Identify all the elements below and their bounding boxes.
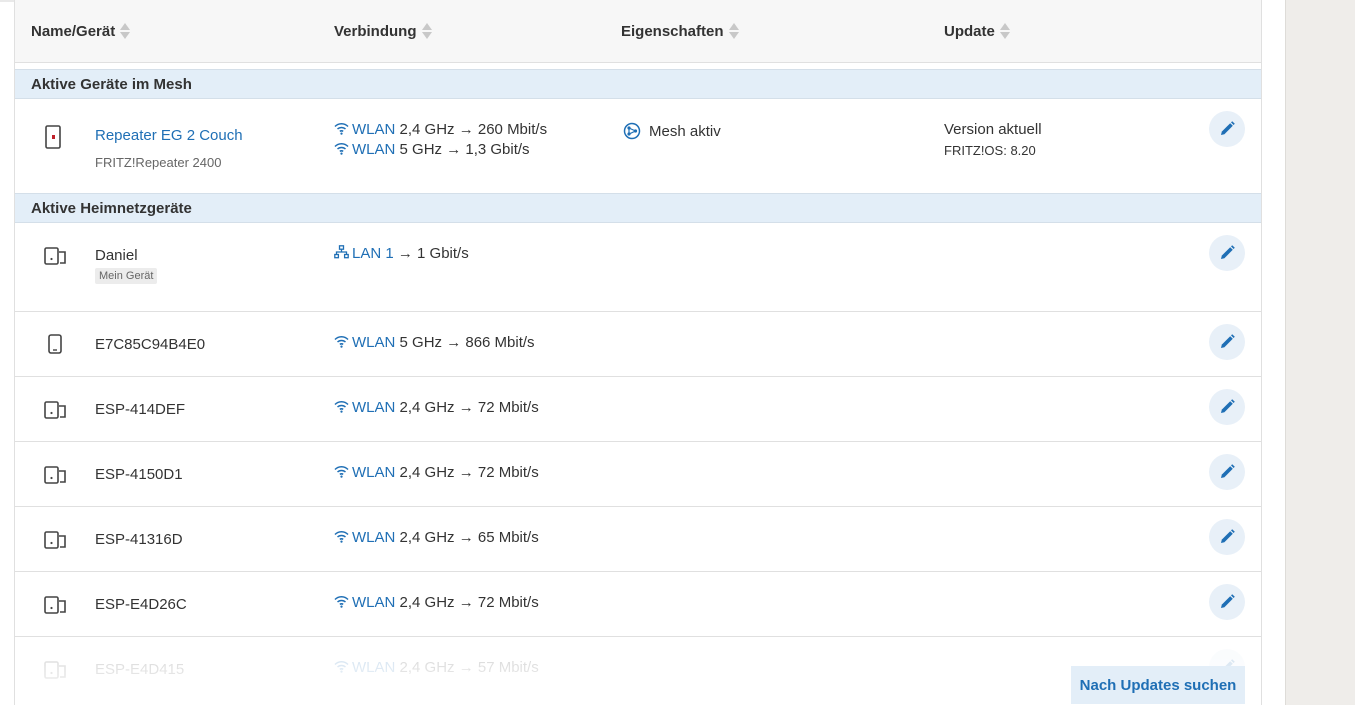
column-header-properties[interactable]: Eigenschaften: [621, 22, 739, 40]
wifi-icon: [334, 660, 349, 673]
column-header-name-label: Name/Gerät: [31, 22, 116, 40]
search-updates-button[interactable]: Nach Updates suchen: [1071, 666, 1245, 704]
connection-info: WLAN 2,4 GHz → 260 Mbit/s: [334, 121, 547, 138]
connection-type-link[interactable]: WLAN: [352, 529, 395, 546]
pencil-icon: [1221, 121, 1235, 135]
connection-type-link[interactable]: WLAN: [352, 141, 395, 158]
column-header-name[interactable]: Name/Gerät: [31, 22, 131, 40]
device-icon: [44, 466, 68, 488]
mesh-property: Mesh aktiv: [623, 122, 721, 140]
connection-info: WLAN 2,4 GHz → 65 Mbit/s: [334, 529, 539, 546]
column-header-connection-label: Verbindung: [334, 22, 417, 40]
device-icon: [44, 596, 68, 618]
connection-type-link[interactable]: WLAN: [352, 334, 395, 351]
sort-icon[interactable]: [728, 22, 739, 40]
section-header-mesh: Aktive Geräte im Mesh: [15, 69, 1261, 99]
device-table: Name/Gerät Verbindung Eigenschaften Upda…: [14, 0, 1262, 705]
section-header-home: Aktive Heimnetzgeräte: [15, 193, 1261, 223]
connection-info: WLAN 2,4 GHz → 72 Mbit/s: [334, 464, 539, 481]
column-header-update-label: Update: [944, 22, 995, 40]
connection-detail: 5 GHz → 1,3 Gbit/s: [399, 141, 530, 158]
wifi-icon: [334, 335, 349, 348]
table-row: ESP-E4D26C WLAN 2,4 GHz → 72 Mbit/s: [15, 572, 1261, 637]
table-row: ESP-414DEF WLAN 2,4 GHz → 72 Mbit/s: [15, 377, 1261, 442]
connection-type-link[interactable]: LAN 1: [352, 245, 394, 262]
sort-icon[interactable]: [999, 22, 1010, 40]
wifi-icon: [334, 122, 349, 135]
column-header-properties-label: Eigenschaften: [621, 22, 724, 40]
table-row: ESP-41316D WLAN 2,4 GHz → 65 Mbit/s: [15, 507, 1261, 572]
connection-detail: 5 GHz → 866 Mbit/s: [399, 334, 535, 351]
pencil-icon: [1221, 529, 1235, 543]
device-name[interactable]: ESP-414DEF: [95, 401, 185, 418]
lan-icon: [334, 245, 349, 259]
pencil-icon: [1221, 464, 1235, 478]
mesh-icon: [623, 122, 641, 140]
wifi-icon: [334, 400, 349, 413]
wifi-icon: [334, 530, 349, 543]
wifi-icon: [334, 142, 349, 155]
edit-button[interactable]: [1209, 584, 1245, 620]
mesh-status: Mesh aktiv: [649, 122, 721, 140]
connection-info: LAN 1 → 1 Gbit/s: [334, 245, 469, 262]
main-panel: Name/Gerät Verbindung Eigenschaften Upda…: [0, 0, 1286, 705]
connection-type-link[interactable]: WLAN: [352, 121, 395, 138]
connection-type-link[interactable]: WLAN: [352, 659, 395, 676]
connection-detail: 2,4 GHz → 57 Mbit/s: [399, 659, 539, 676]
connection-info: WLAN 2,4 GHz → 72 Mbit/s: [334, 399, 539, 416]
device-name[interactable]: ESP-E4D26C: [95, 596, 187, 613]
connection-detail: 2,4 GHz → 65 Mbit/s: [399, 529, 539, 546]
connection-info: WLAN 2,4 GHz → 57 Mbit/s: [334, 659, 539, 676]
wifi-icon: [334, 595, 349, 608]
device-name[interactable]: ESP-E4D415: [95, 661, 184, 678]
my-device-badge: Mein Gerät: [95, 268, 158, 284]
device-name[interactable]: E7C85C94B4E0: [95, 336, 205, 353]
connection-detail: → 1 Gbit/s: [397, 245, 469, 262]
table-row: Repeater EG 2 Couch FRITZ!Repeater 2400 …: [15, 99, 1261, 194]
device-icon: [44, 531, 68, 553]
column-header-update[interactable]: Update: [944, 22, 1010, 40]
update-status: Version aktuell: [944, 121, 1042, 138]
pencil-icon: [1221, 245, 1235, 259]
table-header: Name/Gerät Verbindung Eigenschaften Upda…: [15, 0, 1261, 63]
repeater-icon: [44, 125, 62, 153]
device-icon: [44, 401, 68, 423]
table-row: ESP-4150D1 WLAN 2,4 GHz → 72 Mbit/s: [15, 442, 1261, 507]
column-header-connection[interactable]: Verbindung: [334, 22, 432, 40]
connection-detail: 2,4 GHz → 260 Mbit/s: [399, 121, 548, 138]
connection-type-link[interactable]: WLAN: [352, 594, 395, 611]
wifi-icon: [334, 465, 349, 478]
device-name[interactable]: Daniel: [95, 247, 138, 264]
device-icon: [44, 661, 68, 683]
firmware-version: FRITZ!OS: 8.20: [944, 143, 1036, 158]
edit-button[interactable]: [1209, 324, 1245, 360]
pencil-icon: [1221, 399, 1235, 413]
device-name[interactable]: ESP-41316D: [95, 531, 183, 548]
device-name-link[interactable]: Repeater EG 2 Couch: [95, 127, 243, 144]
edit-button[interactable]: [1209, 454, 1245, 490]
connection-info: WLAN 2,4 GHz → 72 Mbit/s: [334, 594, 539, 611]
table-row: E7C85C94B4E0 WLAN 5 GHz → 866 Mbit/s: [15, 312, 1261, 377]
connection-detail: 2,4 GHz → 72 Mbit/s: [399, 464, 539, 481]
edit-button[interactable]: [1209, 235, 1245, 271]
connection-info: WLAN 5 GHz → 866 Mbit/s: [334, 334, 535, 351]
device-icon: [44, 247, 68, 269]
connection-detail: 2,4 GHz → 72 Mbit/s: [399, 399, 539, 416]
connection-info: WLAN 5 GHz → 1,3 Gbit/s: [334, 141, 530, 158]
connection-type-link[interactable]: WLAN: [352, 399, 395, 416]
pencil-icon: [1221, 594, 1235, 608]
edit-button[interactable]: [1209, 389, 1245, 425]
connection-type-link[interactable]: WLAN: [352, 464, 395, 481]
table-row: Daniel Mein Gerät LAN 1 → 1 Gbit/s: [15, 223, 1261, 312]
device-model: FRITZ!Repeater 2400: [95, 155, 222, 170]
sort-icon[interactable]: [421, 22, 432, 40]
phone-icon: [48, 334, 62, 358]
edit-button[interactable]: [1209, 519, 1245, 555]
edit-button[interactable]: [1209, 111, 1245, 147]
device-name[interactable]: ESP-4150D1: [95, 466, 183, 483]
pencil-icon: [1221, 334, 1235, 348]
sort-icon[interactable]: [120, 22, 131, 40]
connection-detail: 2,4 GHz → 72 Mbit/s: [399, 594, 539, 611]
